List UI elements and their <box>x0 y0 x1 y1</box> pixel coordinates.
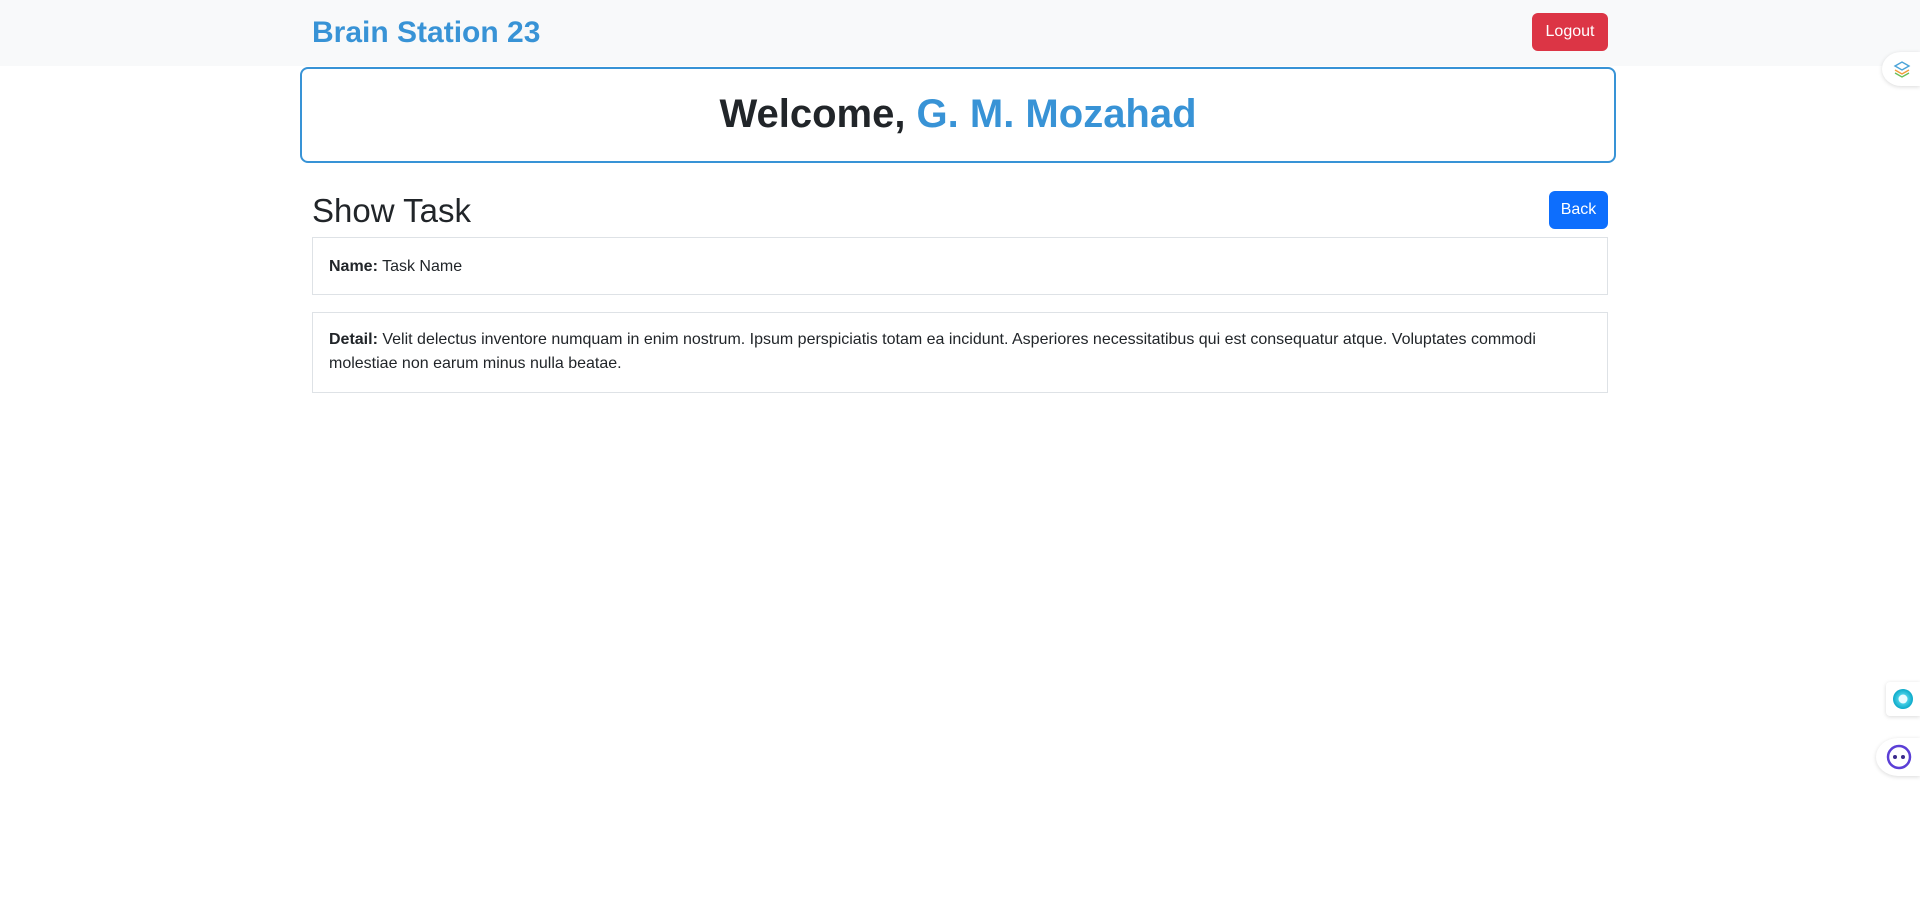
circle-assistant-icon[interactable] <box>1886 682 1920 716</box>
task-name-value: Task Name <box>382 258 463 275</box>
logout-button[interactable]: Logout <box>1532 13 1608 51</box>
top-navbar: Brain Station 23 Logout <box>0 0 1920 66</box>
page-title: Show Task <box>312 192 471 229</box>
task-name-label: Name: <box>329 258 378 275</box>
robot-face-icon[interactable] <box>1876 738 1920 776</box>
task-detail-card: Detail: Velit delectus inventore numquam… <box>312 312 1608 393</box>
task-detail-value: Velit delectus inventore numquam in enim… <box>329 331 1536 372</box>
welcome-banner: Welcome, G. M. Mozahad <box>300 67 1616 163</box>
task-detail-label: Detail: <box>329 331 378 348</box>
task-name-card: Name: Task Name <box>312 237 1608 295</box>
welcome-user-name: G. M. Mozahad <box>916 92 1197 136</box>
welcome-prefix: Welcome, <box>719 92 917 136</box>
brand-link[interactable]: Brain Station 23 <box>312 14 540 52</box>
layers-extension-icon[interactable] <box>1882 52 1920 86</box>
back-button[interactable]: Back <box>1549 191 1608 229</box>
